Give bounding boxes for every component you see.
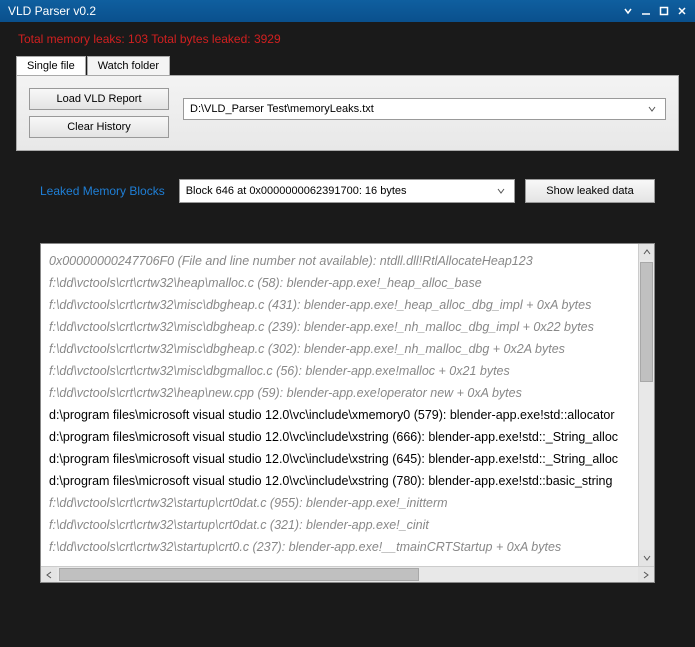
tab-watch-folder[interactable]: Watch folder: [87, 56, 170, 75]
trace-line[interactable]: f:\dd\vctools\crt\crtw32\misc\dbgheap.c …: [49, 316, 646, 338]
minimize-button[interactable]: [637, 2, 655, 20]
bytes-label: Total bytes leaked:: [151, 32, 250, 46]
file-path-value: D:\VLD_Parser Test\memoryLeaks.txt: [190, 103, 374, 115]
block-selector-row: Leaked Memory Blocks Block 646 at 0x0000…: [40, 179, 655, 203]
title-bar: VLD Parser v0.2: [0, 0, 695, 22]
block-combo-value: Block 646 at 0x0000000062391700: 16 byte…: [186, 185, 407, 197]
blocks-label: Leaked Memory Blocks: [40, 184, 165, 198]
chevron-down-icon[interactable]: [494, 187, 508, 195]
leaks-count: 103: [128, 32, 148, 46]
clear-history-button[interactable]: Clear History: [29, 116, 169, 138]
status-bar: Total memory leaks: 103 Total bytes leak…: [0, 22, 695, 52]
trace-line[interactable]: d:\program files\microsoft visual studio…: [49, 448, 646, 470]
scroll-right-icon[interactable]: [638, 567, 654, 583]
trace-line[interactable]: f:\dd\vctools\crt\crtw32\heap\malloc.c (…: [49, 272, 646, 294]
trace-line[interactable]: f:\dd\vctools\crt\crtw32\misc\dbgheap.c …: [49, 338, 646, 360]
tab-strip: Single file Watch folder: [16, 56, 679, 75]
scroll-thumb[interactable]: [640, 262, 653, 382]
file-panel: Load VLD Report Clear History D:\VLD_Par…: [16, 75, 679, 151]
trace-line[interactable]: f:\dd\vctools\crt\crtw32\startup\crt0.c …: [49, 536, 646, 558]
trace-line[interactable]: f:\dd\vctools\crt\crtw32\startup\crt0dat…: [49, 514, 646, 536]
stack-trace-panel: 0x00000000247706F0 (File and line number…: [40, 243, 655, 583]
show-leaked-data-button[interactable]: Show leaked data: [525, 179, 655, 203]
trace-line[interactable]: f:\dd\vctools\crt\crtw32\misc\dbgmalloc.…: [49, 360, 646, 382]
trace-line[interactable]: f:\dd\vctools\crt\crtw32\heap\new.cpp (5…: [49, 382, 646, 404]
scroll-down-icon[interactable]: [639, 550, 655, 566]
maximize-button[interactable]: [655, 2, 673, 20]
trace-line[interactable]: d:\program files\microsoft visual studio…: [49, 404, 646, 426]
scroll-left-icon[interactable]: [41, 567, 57, 583]
file-path-combo[interactable]: D:\VLD_Parser Test\memoryLeaks.txt: [183, 98, 666, 120]
tab-single-file[interactable]: Single file: [16, 56, 86, 75]
window-title: VLD Parser v0.2: [8, 4, 96, 18]
trace-line[interactable]: 0x00000000247706F0 (File and line number…: [49, 250, 646, 272]
bytes-count: 3929: [254, 32, 281, 46]
stack-trace-list: 0x00000000247706F0 (File and line number…: [41, 244, 654, 564]
scroll-thumb[interactable]: [59, 568, 419, 581]
dropdown-icon[interactable]: [619, 2, 637, 20]
trace-line[interactable]: f:\dd\vctools\crt\crtw32\misc\dbgheap.c …: [49, 294, 646, 316]
vertical-scrollbar[interactable]: [638, 244, 654, 566]
load-report-button[interactable]: Load VLD Report: [29, 88, 169, 110]
close-button[interactable]: [673, 2, 691, 20]
trace-line[interactable]: f:\dd\vctools\crt\crtw32\startup\crt0dat…: [49, 492, 646, 514]
horizontal-scrollbar[interactable]: [41, 566, 654, 582]
trace-line[interactable]: d:\program files\microsoft visual studio…: [49, 426, 646, 448]
leaks-label: Total memory leaks:: [18, 32, 125, 46]
scroll-up-icon[interactable]: [639, 244, 655, 260]
block-combo[interactable]: Block 646 at 0x0000000062391700: 16 byte…: [179, 179, 515, 203]
trace-line[interactable]: d:\program files\microsoft visual studio…: [49, 470, 646, 492]
chevron-down-icon[interactable]: [645, 105, 659, 113]
